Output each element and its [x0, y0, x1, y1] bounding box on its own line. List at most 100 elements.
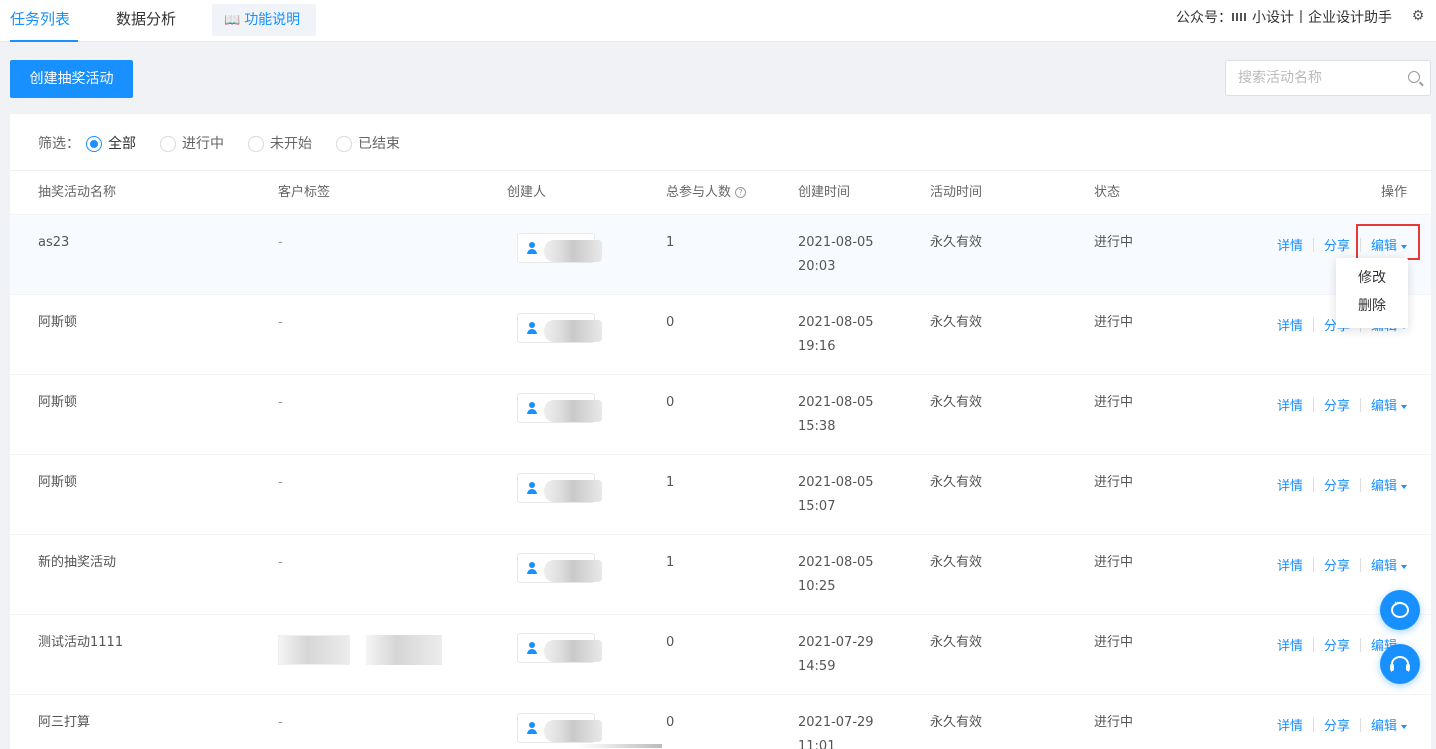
detail-link[interactable]: 详情 — [1267, 475, 1313, 494]
customer-tag-blurred — [278, 635, 350, 665]
creator-name-blurred — [544, 720, 602, 742]
search-icon[interactable] — [1408, 71, 1420, 83]
row-actions: 详情 分享 编辑 — [1267, 555, 1417, 574]
search-input[interactable] — [1226, 61, 1406, 95]
detail-link[interactable]: 详情 — [1267, 635, 1313, 654]
activity-period: 永久有效 — [930, 715, 983, 730]
user-icon — [527, 482, 537, 494]
table-row: 阿三打算 - 0 2021-07-29 11:01 永久有效 进行中 详情 分享 … — [10, 694, 1431, 749]
account-prefix: 公众号： — [1176, 10, 1232, 26]
account-name: 小设计丨企业设计助手 — [1252, 10, 1392, 26]
filter-all-label: 全部 — [108, 136, 136, 152]
search-box — [1225, 60, 1431, 96]
delete-menu-item[interactable]: 删除 — [1336, 292, 1408, 320]
edit-dropdown[interactable]: 编辑 — [1361, 395, 1417, 414]
filter-ongoing-radio[interactable]: 进行中 — [160, 134, 224, 154]
created-time: 2021-08-05 19:16 — [798, 311, 874, 359]
feature-guide-label: 功能说明 — [244, 12, 301, 28]
creator-chip — [517, 553, 602, 583]
share-link[interactable]: 分享 — [1314, 555, 1360, 574]
col-total-label: 总参与人数 — [666, 185, 732, 200]
book-icon: 📖 — [224, 13, 241, 28]
radio-checked-icon — [86, 136, 102, 152]
activity-period: 永久有效 — [930, 315, 983, 330]
caret-down-icon — [1401, 244, 1407, 249]
account-info: 公众号： 小设计丨企业设计助手 — [1176, 0, 1392, 36]
activity-name: 阿斯顿 — [38, 395, 78, 410]
status-text: 进行中 — [1094, 235, 1134, 250]
filter-ongoing-label: 进行中 — [182, 136, 224, 152]
edit-dropdown[interactable]: 编辑 — [1361, 715, 1417, 734]
col-total-participants: 总参与人数? — [666, 171, 747, 215]
filter-ended-label: 已结束 — [358, 136, 400, 152]
row-actions: 详情 分享 编辑 — [1267, 715, 1417, 734]
detail-link[interactable]: 详情 — [1267, 315, 1313, 334]
table-row: as23 - 1 2021-08-05 20:03 永久有效 进行中 详情 分享 … — [10, 214, 1431, 294]
row-actions: 详情 分享 编辑 — [1267, 235, 1417, 254]
share-link[interactable]: 分享 — [1314, 235, 1360, 254]
table-header: 抽奖活动名称 客户标签 创建人 总参与人数? 创建时间 活动时间 状态 操作 — [10, 170, 1431, 214]
created-time: 2021-08-05 15:38 — [798, 391, 874, 439]
edit-dropdown[interactable]: 编辑 — [1361, 235, 1417, 254]
detail-link[interactable]: 详情 — [1267, 555, 1313, 574]
created-time: 2021-08-05 20:03 — [798, 231, 874, 279]
user-icon — [527, 322, 537, 334]
edit-dropdown[interactable]: 编辑 — [1361, 555, 1417, 574]
created-date: 2021-08-05 — [798, 475, 874, 490]
top-navigation: 任务列表 数据分析 📖 功能说明 公众号： 小设计丨企业设计助手 ⚙ — [0, 0, 1436, 42]
created-clock: 11:01 — [798, 739, 836, 749]
detail-link[interactable]: 详情 — [1267, 715, 1313, 734]
filter-all-radio[interactable]: 全部 — [86, 134, 136, 154]
status-text: 进行中 — [1094, 635, 1134, 650]
user-icon — [527, 722, 537, 734]
detail-link[interactable]: 详情 — [1267, 235, 1313, 254]
edit-label: 编辑 — [1370, 399, 1397, 414]
question-icon[interactable]: ? — [735, 187, 747, 198]
share-link[interactable]: 分享 — [1314, 395, 1360, 414]
created-time: 2021-07-29 14:59 — [798, 631, 874, 679]
created-clock: 14:59 — [798, 659, 836, 674]
edit-label: 编辑 — [1370, 559, 1397, 574]
creator-name-blurred — [544, 640, 602, 662]
activity-period: 永久有效 — [930, 475, 983, 490]
creator-chip — [517, 313, 602, 343]
edit-dropdown[interactable]: 编辑 — [1361, 475, 1417, 494]
customer-tag: - — [278, 555, 283, 570]
customer-tag: - — [278, 235, 283, 250]
activity-name: 新的抽奖活动 — [38, 555, 117, 570]
status-text: 进行中 — [1094, 555, 1134, 570]
creator-chip — [517, 473, 602, 503]
col-activity-name: 抽奖活动名称 — [38, 185, 117, 200]
share-link[interactable]: 分享 — [1314, 715, 1360, 734]
radio-icon — [160, 136, 176, 152]
filter-label: 筛选： — [38, 136, 80, 152]
creator-name-blurred — [544, 560, 602, 582]
edit-label: 编辑 — [1370, 239, 1397, 254]
gear-icon[interactable]: ⚙ — [1410, 8, 1426, 24]
tab-data-analysis[interactable]: 数据分析 — [116, 0, 176, 42]
col-status: 状态 — [1094, 185, 1121, 200]
participant-count: 1 — [666, 555, 675, 570]
created-date: 2021-07-29 — [798, 715, 874, 730]
scroll-indicator — [580, 744, 662, 748]
filter-ended-radio[interactable]: 已结束 — [336, 134, 400, 154]
create-lottery-button[interactable]: 创建抽奖活动 — [10, 60, 133, 98]
col-actions: 操作 — [1380, 185, 1407, 200]
activity-name: 阿三打算 — [38, 715, 91, 730]
tab-task-list[interactable]: 任务列表 — [10, 0, 78, 42]
row-actions: 详情 分享 编辑 — [1267, 395, 1417, 414]
modify-menu-item[interactable]: 修改 — [1336, 264, 1408, 292]
chat-button[interactable] — [1380, 590, 1420, 630]
share-link[interactable]: 分享 — [1314, 635, 1360, 654]
filter-not-started-label: 未开始 — [270, 136, 312, 152]
creator-chip — [517, 713, 602, 743]
feature-guide-button[interactable]: 📖 功能说明 — [212, 4, 316, 36]
radio-icon — [248, 136, 264, 152]
share-link[interactable]: 分享 — [1314, 475, 1360, 494]
detail-link[interactable]: 详情 — [1267, 395, 1313, 414]
status-text: 进行中 — [1094, 475, 1134, 490]
filter-not-started-radio[interactable]: 未开始 — [248, 134, 312, 154]
customer-service-button[interactable] — [1380, 644, 1420, 684]
table-row: 阿斯顿 - 0 2021-08-0519:16 永久有效 进行中 详情 分享 编… — [10, 294, 1431, 374]
customer-tag: - — [278, 395, 283, 410]
